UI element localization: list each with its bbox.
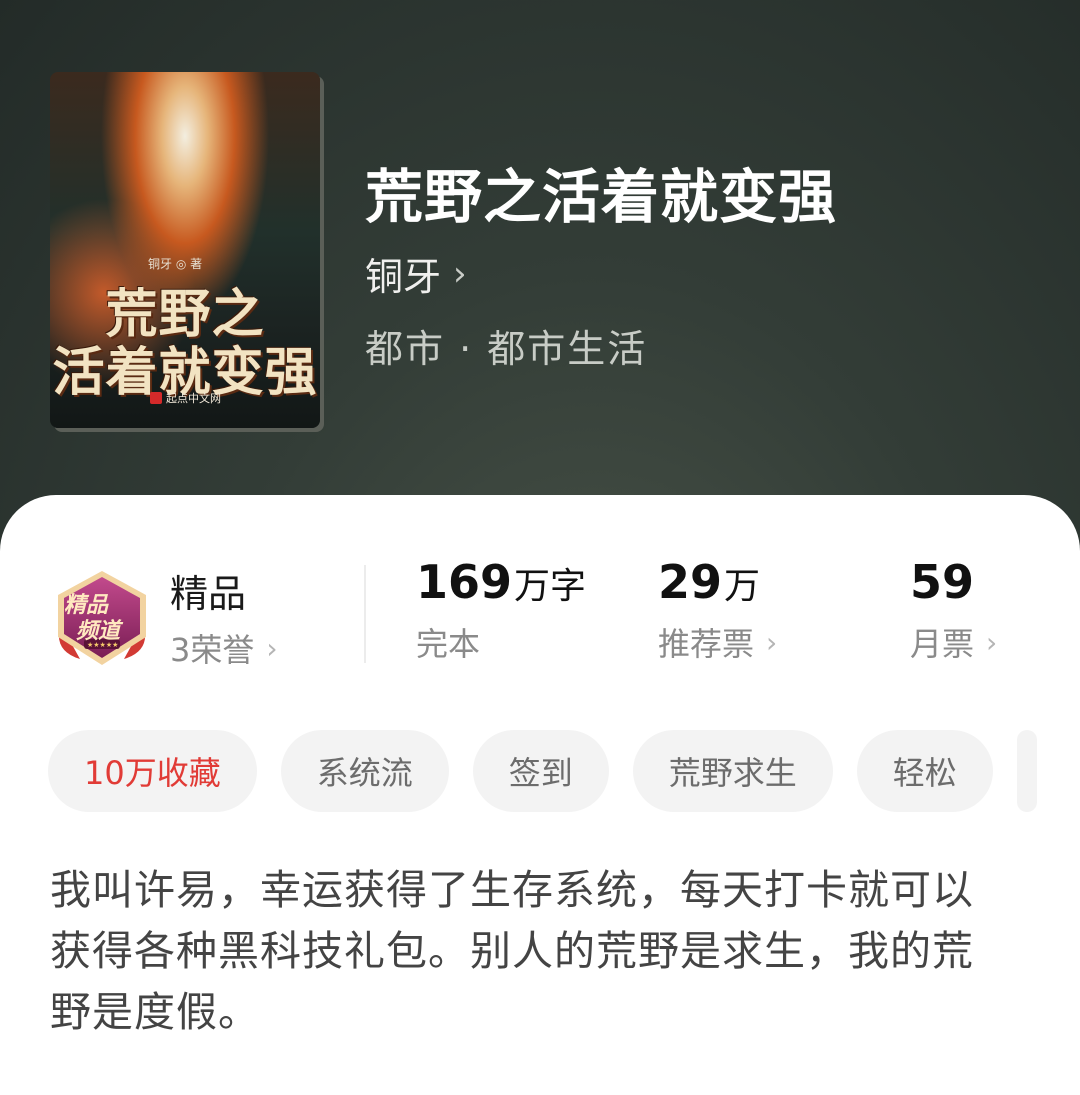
book-genre: 都市 · 都市生活 [365, 327, 648, 371]
tag-chip[interactable]: 荒野求生 [632, 730, 833, 812]
cover-author-credit: 铜牙 ◎ 著 [148, 257, 203, 271]
stat-number: 169 [416, 555, 513, 609]
stat-unit: 万 [724, 566, 761, 607]
chevron-right-icon: › [766, 625, 778, 659]
tag-chip[interactable]: 10万收藏 [48, 730, 257, 812]
stat-recommend-votes[interactable]: 29 万 推荐票 › [658, 555, 777, 665]
book-title: 荒野之活着就变强 [365, 163, 838, 231]
chevron-right-icon: › [453, 253, 467, 294]
tag-chip[interactable]: 系统流 [280, 730, 449, 812]
stat-word-count: 169 万字 完本 [416, 555, 586, 665]
book-info-card: 精品 频道 ★★★★★ 精品 3荣誉 › 169 万字 完本 29 万 推荐票 … [0, 495, 1080, 1095]
tag-chip[interactable]: 轻松 [856, 730, 993, 812]
divider [364, 565, 366, 663]
stat-monthly-votes[interactable]: 59 月票 › [910, 555, 997, 665]
chevron-right-icon: › [986, 625, 998, 659]
honors-link[interactable]: 3荣誉 › [170, 625, 278, 671]
stat-number: 29 [658, 555, 723, 609]
badge-label: 精品 [170, 572, 247, 616]
premium-channel-badge-icon[interactable]: 精品 频道 ★★★★★ [50, 567, 154, 671]
badge-emblem-stars: ★★★★★ [87, 641, 119, 649]
publisher-name: 起点中文网 [166, 392, 221, 405]
tag-chip-overflow[interactable] [1016, 730, 1037, 812]
tag-chip[interactable]: 签到 [472, 730, 609, 812]
book-header: 铜牙 ◎ 著 荒野之 活着就变强 起点中文网 荒野之活着就变强 铜牙 › 都市 … [0, 0, 1080, 540]
book-cover[interactable]: 铜牙 ◎ 著 荒野之 活着就变强 起点中文网 [50, 72, 320, 428]
cover-publisher: 起点中文网 [150, 390, 221, 406]
chevron-right-icon: › [266, 631, 278, 665]
honors-count: 3荣誉 [170, 631, 255, 669]
stat-label: 推荐票 [658, 625, 755, 663]
stat-unit: 万字 [514, 566, 587, 607]
tag-list: 10万收藏 系统流 签到 荒野求生 轻松 [48, 730, 1037, 812]
stat-number: 59 [910, 555, 975, 609]
book-description[interactable]: 我叫许易，幸运获得了生存系统，每天打卡就可以获得各种黑科技礼包。别人的荒野是求生… [50, 860, 1010, 1043]
author-link[interactable]: 铜牙 › [365, 246, 467, 301]
publisher-logo-icon [150, 392, 162, 404]
author-name: 铜牙 [365, 255, 442, 299]
stat-label: 完本 [416, 625, 481, 663]
stat-label: 月票 [910, 625, 975, 663]
